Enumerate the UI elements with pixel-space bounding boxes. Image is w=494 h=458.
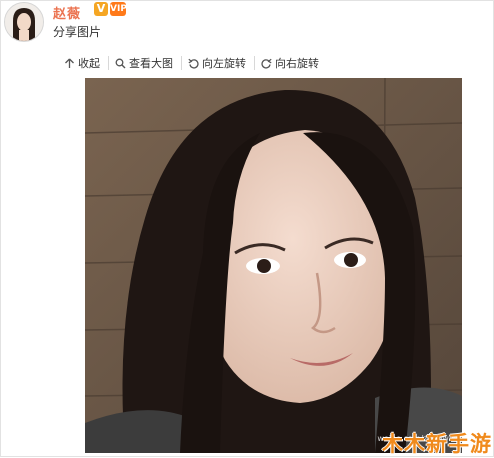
rotate-right-icon xyxy=(261,58,272,68)
avatar[interactable] xyxy=(4,2,44,42)
post-header: 赵薇 V VIP 分享图片 xyxy=(0,0,494,46)
view-large-button[interactable]: 查看大图 xyxy=(115,56,182,70)
post-text: 分享图片 xyxy=(53,25,102,39)
vip-badge-icon[interactable]: VIP xyxy=(110,2,127,16)
user-badges: V VIP xyxy=(94,2,127,16)
image-toolbar: 收起 查看大图 向左旋转 向右旋转 xyxy=(64,55,319,71)
rotate-left-icon xyxy=(188,58,199,68)
collapse-label: 收起 xyxy=(78,57,100,70)
magnifier-icon xyxy=(115,58,126,68)
arrow-up-icon xyxy=(65,58,74,68)
user-name[interactable]: 赵薇 xyxy=(53,3,81,22)
rotate-right-button[interactable]: 向右旋转 xyxy=(261,56,319,70)
rotate-left-label: 向左旋转 xyxy=(202,57,246,70)
selfie-photo xyxy=(85,78,462,453)
brand-watermark: 木木新手游 xyxy=(382,432,492,456)
post-photo[interactable]: weibo.com/zhaowei xyxy=(85,78,462,453)
view-large-label: 查看大图 xyxy=(129,57,173,70)
verified-badge-icon[interactable]: V xyxy=(94,2,108,16)
rotate-right-label: 向右旋转 xyxy=(275,57,319,70)
collapse-button[interactable]: 收起 xyxy=(64,56,109,70)
rotate-left-button[interactable]: 向左旋转 xyxy=(188,56,255,70)
